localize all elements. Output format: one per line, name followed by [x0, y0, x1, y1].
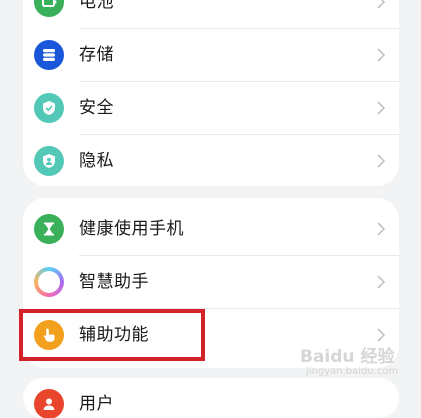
settings-item-label: 存储: [79, 45, 114, 65]
settings-item-battery[interactable]: 电池: [23, 0, 399, 28]
baidu-watermark: Baidu 经验 jingyan.baidu.com: [300, 342, 416, 382]
settings-item-digital-balance[interactable]: 健康使用手机: [23, 203, 399, 255]
settings-item-smart-assistant[interactable]: 智慧助手: [23, 256, 399, 308]
chevron-right-icon: [377, 154, 386, 168]
privacy-icon: [34, 146, 64, 176]
battery-icon: [34, 0, 64, 17]
chevron-right-icon: [377, 275, 386, 289]
security-shield-icon: [34, 93, 64, 123]
watermark-url: jingyan.baidu.com: [306, 366, 399, 377]
settings-group-account: 用户: [23, 378, 399, 418]
accessibility-hand-icon: [34, 320, 64, 350]
chevron-right-icon: [377, 0, 386, 9]
settings-item-users[interactable]: 用户: [23, 378, 399, 418]
chevron-right-icon: [377, 101, 386, 115]
settings-item-label: 安全: [79, 98, 114, 118]
settings-item-label: 智慧助手: [79, 272, 149, 292]
settings-group-device: 电池 存储 安全 隐私: [23, 0, 399, 186]
settings-item-label: 用户: [79, 394, 114, 414]
chevron-right-icon: [377, 222, 386, 236]
storage-icon: [34, 40, 64, 70]
user-icon: [34, 389, 64, 418]
settings-item-label: 隐私: [79, 151, 114, 171]
settings-item-privacy[interactable]: 隐私: [23, 135, 399, 186]
settings-item-storage[interactable]: 存储: [23, 29, 399, 81]
chevron-right-icon: [377, 48, 386, 62]
hourglass-icon: [34, 214, 64, 244]
settings-item-label: 电池: [79, 0, 114, 12]
smart-assistant-icon: [34, 267, 64, 297]
settings-item-label: 辅助功能: [79, 325, 149, 345]
settings-item-security[interactable]: 安全: [23, 82, 399, 134]
settings-item-label: 健康使用手机: [79, 219, 184, 239]
watermark-text: Baidu 经验: [300, 347, 395, 367]
